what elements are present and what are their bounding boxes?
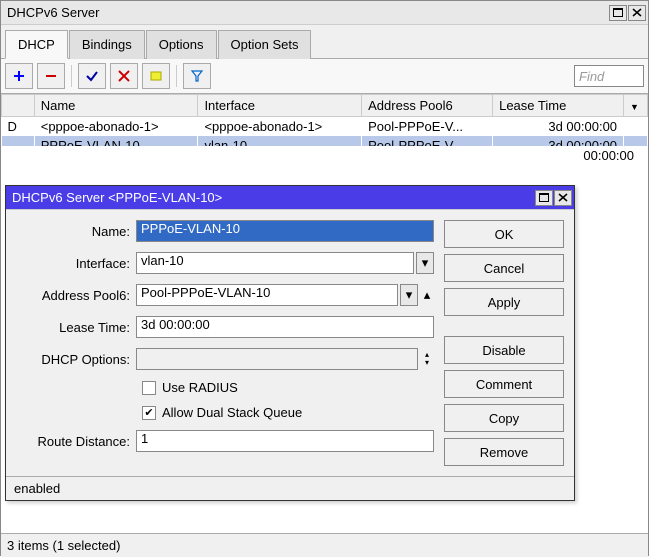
main-statusbar: 3 items (1 selected) <box>1 533 648 557</box>
route-distance-label: Route Distance: <box>16 434 136 449</box>
pool-dropdown[interactable]: ▾ <box>400 284 418 306</box>
cell-intf: <pppoe-abonado-1> <box>198 117 362 137</box>
maximize-button[interactable] <box>609 5 627 21</box>
form-column: Name: PPPoE-VLAN-10 Interface: vlan-10 ▾… <box>16 220 434 466</box>
dialog-titlebar[interactable]: DHCPv6 Server <PPPoE-VLAN-10> <box>6 186 574 210</box>
lease-field[interactable]: 3d 00:00:00 <box>136 316 434 338</box>
toolbar: Find <box>1 59 648 94</box>
chevron-down-icon: ▼ <box>630 102 639 112</box>
pool-field[interactable]: Pool-PPPoE-VLAN-10 <box>136 284 398 306</box>
peek-lease: 00:00:00 <box>577 146 640 165</box>
tab-bar: DHCP Bindings Options Option Sets <box>1 25 648 59</box>
disable-button[interactable] <box>110 63 138 89</box>
col-menu-header[interactable]: ▼ <box>624 95 648 117</box>
cancel-button[interactable]: Cancel <box>444 254 564 282</box>
dialog-title-buttons <box>535 190 572 206</box>
comment-button[interactable] <box>142 63 170 89</box>
toolbar-separator-2 <box>176 65 177 87</box>
use-radius-label: Use RADIUS <box>162 380 238 395</box>
allow-dual-row[interactable]: ✔ Allow Dual Stack Queue <box>142 405 434 420</box>
dialog-title: DHCPv6 Server <PPPoE-VLAN-10> <box>12 190 222 205</box>
copy-button[interactable]: Copy <box>444 404 564 432</box>
cell-flag: D <box>2 117 35 137</box>
interface-dropdown[interactable]: ▾ <box>416 252 434 274</box>
dhcp-options-expand-icon[interactable]: ▴▾ <box>420 351 434 367</box>
use-radius-row[interactable]: Use RADIUS <box>142 380 434 395</box>
tab-dhcp[interactable]: DHCP <box>5 30 68 59</box>
table-header-row: Name Interface Address Pool6 Lease Time … <box>2 95 648 117</box>
cell-name: <pppoe-abonado-1> <box>34 117 198 137</box>
remove-button[interactable]: Remove <box>444 438 564 466</box>
close-button[interactable] <box>628 5 646 21</box>
comment-button[interactable]: Comment <box>444 370 564 398</box>
name-field[interactable]: PPPoE-VLAN-10 <box>136 220 434 242</box>
dialog-statusbar: enabled <box>6 476 574 500</box>
dhcp-options-field[interactable] <box>136 348 418 370</box>
dhcp-options-label: DHCP Options: <box>16 352 136 367</box>
dialog-maximize-button[interactable] <box>535 190 553 206</box>
main-title-buttons <box>609 5 646 21</box>
chevron-down-icon: ▾ <box>422 255 429 271</box>
chevron-down-icon: ▾ <box>406 287 413 303</box>
disable-button[interactable]: Disable <box>444 336 564 364</box>
pool-collapse-icon[interactable]: ▴ <box>420 287 434 303</box>
ok-button[interactable]: OK <box>444 220 564 248</box>
apply-button[interactable]: Apply <box>444 288 564 316</box>
cell-pool: Pool-PPPoE-V... <box>362 117 493 137</box>
add-button[interactable] <box>5 63 33 89</box>
table-row[interactable]: D <pppoe-abonado-1> <pppoe-abonado-1> Po… <box>2 117 648 137</box>
name-label: Name: <box>16 224 136 239</box>
filter-button[interactable] <box>183 63 211 89</box>
col-pool-header[interactable]: Address Pool6 <box>362 95 493 117</box>
toolbar-separator <box>71 65 72 87</box>
allow-dual-checkbox[interactable]: ✔ <box>142 406 156 420</box>
main-title: DHCPv6 Server <box>7 5 99 20</box>
table-wrap: Name Interface Address Pool6 Lease Time … <box>1 94 648 146</box>
interface-label: Interface: <box>16 256 136 271</box>
remove-button[interactable] <box>37 63 65 89</box>
use-radius-checkbox[interactable] <box>142 381 156 395</box>
dialog-window: DHCPv6 Server <PPPoE-VLAN-10> Name: PPPo… <box>5 185 575 501</box>
allow-dual-label: Allow Dual Stack Queue <box>162 405 302 420</box>
tab-bindings[interactable]: Bindings <box>69 30 145 59</box>
col-flag-header[interactable] <box>2 95 35 117</box>
lease-label: Lease Time: <box>16 320 136 335</box>
cell-lease: 3d 00:00:00 <box>493 117 624 137</box>
tab-option-sets[interactable]: Option Sets <box>218 30 312 59</box>
enable-button[interactable] <box>78 63 106 89</box>
col-interface-header[interactable]: Interface <box>198 95 362 117</box>
route-distance-field[interactable]: 1 <box>136 430 434 452</box>
interface-field[interactable]: vlan-10 <box>136 252 414 274</box>
dialog-button-column: OK Cancel Apply Disable Comment Copy Rem… <box>444 220 564 466</box>
tab-options[interactable]: Options <box>146 30 217 59</box>
col-lease-header[interactable]: Lease Time <box>493 95 624 117</box>
pool-label: Address Pool6: <box>16 288 136 303</box>
find-input[interactable]: Find <box>574 65 644 87</box>
dialog-close-button[interactable] <box>554 190 572 206</box>
dialog-body: Name: PPPoE-VLAN-10 Interface: vlan-10 ▾… <box>6 210 574 476</box>
main-titlebar: DHCPv6 Server <box>1 1 648 25</box>
col-name-header[interactable]: Name <box>34 95 198 117</box>
